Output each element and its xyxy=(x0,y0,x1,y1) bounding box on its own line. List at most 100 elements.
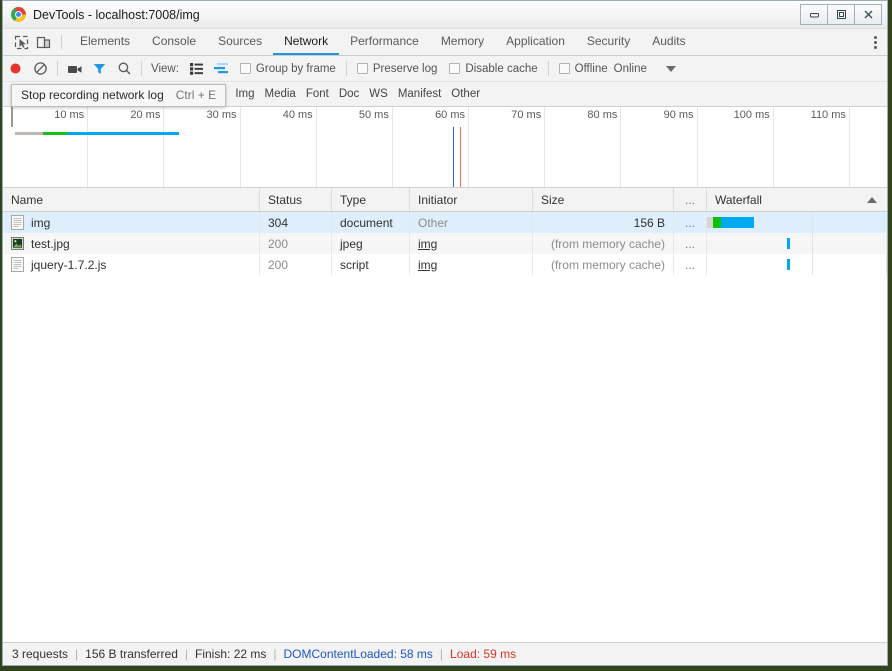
cell-initiator[interactable]: img xyxy=(410,233,533,254)
filter-type-doc[interactable]: Doc xyxy=(334,88,364,100)
filter-type-other[interactable]: Other xyxy=(446,88,485,100)
image-file-icon xyxy=(11,236,24,251)
column-header-waterfall[interactable]: Waterfall xyxy=(707,188,887,211)
cell-size: 156 B xyxy=(533,212,674,233)
overview-tick: 20 ms xyxy=(130,107,165,187)
overview-tick-label: 80 ms xyxy=(587,109,618,121)
status-separator-3: | xyxy=(273,647,277,661)
network-toolbar: View: Group by frame Preserve log Disabl… xyxy=(3,56,887,82)
cell-waterfall xyxy=(707,233,887,254)
cell-size: (from memory cache) xyxy=(533,233,674,254)
toolbar-divider-4 xyxy=(547,61,549,76)
toolbar-divider-1 xyxy=(57,61,58,76)
throttling-value[interactable]: Online xyxy=(614,63,647,75)
filter-type-media[interactable]: Media xyxy=(260,88,301,100)
cell-name[interactable]: test.jpg xyxy=(3,233,260,254)
status-separator-1: | xyxy=(75,647,79,661)
minimize-button[interactable] xyxy=(800,4,828,25)
restore-button[interactable] xyxy=(827,4,855,25)
more-options-icon[interactable] xyxy=(863,35,887,49)
record-stop-icon[interactable] xyxy=(3,56,28,81)
close-button[interactable] xyxy=(854,4,882,25)
view-waterfall-icon[interactable] xyxy=(209,56,234,81)
column-header-type[interactable]: Type xyxy=(332,188,410,211)
disable-cache-checkbox[interactable]: Disable cache xyxy=(449,63,538,75)
overview-tick: 90 ms xyxy=(664,107,698,187)
offline-checkbox[interactable]: Offline xyxy=(558,62,608,75)
overview-tick-label: 10 ms xyxy=(54,109,85,121)
tab-audits[interactable]: Audits xyxy=(641,29,696,55)
overview-tick: 70 ms xyxy=(511,107,546,187)
offline-label: Offline xyxy=(574,62,608,75)
chevron-down-icon[interactable] xyxy=(665,65,676,72)
column-header-name[interactable]: Name xyxy=(3,188,260,211)
overview-tick: 100 ms xyxy=(734,107,774,187)
checkbox-box-offline[interactable] xyxy=(558,63,570,74)
status-separator-4: | xyxy=(439,647,444,661)
checkbox-box-disable-cache[interactable] xyxy=(449,63,461,74)
filter-type-ws[interactable]: WS xyxy=(364,88,393,100)
waterfall-gridline xyxy=(812,212,813,233)
sort-ascending-icon[interactable] xyxy=(867,196,877,203)
tab-console[interactable]: Console xyxy=(141,29,207,55)
filter-type-manifest[interactable]: Manifest xyxy=(393,88,446,100)
overview-tick-label: 50 ms xyxy=(358,109,389,121)
cell-type: jpeg xyxy=(332,233,410,254)
overview-tick: 30 ms xyxy=(207,107,241,187)
overview-tick: 10 ms xyxy=(54,107,89,187)
inspect-element-icon[interactable] xyxy=(10,29,32,55)
tab-sources[interactable]: Sources xyxy=(207,29,273,55)
checkbox-box-group-by-frame[interactable] xyxy=(239,63,251,74)
table-row[interactable]: test.jpg 200 jpeg img (from memory cache)... xyxy=(3,233,887,254)
preserve-log-checkbox[interactable]: Preserve log xyxy=(356,63,437,75)
waterfall-gridline xyxy=(812,233,813,254)
column-header-initiator[interactable]: Initiator xyxy=(410,188,533,211)
toolbar-divider-2 xyxy=(141,61,142,76)
overview-band-download xyxy=(67,132,179,135)
search-icon[interactable] xyxy=(112,56,137,81)
capture-screenshots-icon[interactable] xyxy=(62,56,87,81)
column-header-size[interactable]: Size xyxy=(533,188,674,211)
waterfall-bar-download xyxy=(720,217,754,228)
cell-initiator-text[interactable]: img xyxy=(418,258,437,272)
view-list-icon[interactable] xyxy=(184,56,209,81)
checkbox-box-preserve-log[interactable] xyxy=(356,63,368,74)
cell-initiator[interactable]: img xyxy=(410,254,533,275)
filter-icon[interactable] xyxy=(87,56,112,81)
tab-elements[interactable]: Elements xyxy=(69,29,141,55)
table-row[interactable]: img 304 document Other 156 B... xyxy=(3,212,887,233)
filter-type-font[interactable]: Font xyxy=(301,88,334,100)
group-by-frame-checkbox[interactable]: Group by frame xyxy=(239,63,336,75)
tab-performance[interactable]: Performance xyxy=(339,29,430,55)
tab-application[interactable]: Application xyxy=(495,29,576,55)
cell-initiator-text[interactable]: img xyxy=(418,237,437,251)
status-transferred: 156 B transferred xyxy=(85,647,178,661)
filter-type-img[interactable]: Img xyxy=(230,88,259,100)
cell-name[interactable]: jquery-1.7.2.js xyxy=(3,254,260,275)
devtools-tabbar: Elements Console Sources Network Perform… xyxy=(3,29,887,56)
clear-icon[interactable] xyxy=(28,56,53,81)
tab-memory[interactable]: Memory xyxy=(430,29,495,55)
table-row[interactable]: jquery-1.7.2.js 200 script img (from memory … xyxy=(3,254,887,275)
cell-name-text: img xyxy=(31,215,51,230)
overview-tick-label: 100 ms xyxy=(733,109,770,121)
overview-tick: 80 ms xyxy=(587,107,622,187)
tooltip-shortcut: Ctrl + E xyxy=(175,88,217,102)
waterfall-gridline xyxy=(812,254,813,275)
cell-name[interactable]: img xyxy=(3,212,260,233)
cell-type: document xyxy=(332,212,410,233)
network-overview-timeline[interactable]: 10 ms 20 ms 30 ms 40 ms 50 ms 60 ms 70 ms 80 ms… xyxy=(3,107,887,188)
tab-network[interactable]: Network xyxy=(273,29,340,55)
device-toolbar-icon[interactable] xyxy=(32,29,54,55)
overview-left-handle[interactable] xyxy=(11,107,13,127)
overview-tick-label: 90 ms xyxy=(663,109,694,121)
tab-security[interactable]: Security xyxy=(576,29,641,55)
waterfall-bar-download xyxy=(786,238,790,249)
waterfall-bar-ttfb xyxy=(712,217,721,228)
tabbar-divider xyxy=(61,35,62,49)
column-header-status[interactable]: Status xyxy=(260,188,332,211)
overview-tick-label: 20 ms xyxy=(130,109,161,121)
window-title: DevTools - localhost:7008/img xyxy=(33,7,200,22)
network-request-table: Name Status Type Initiator Size ... Wate… xyxy=(3,188,887,642)
column-header-overflow[interactable]: ... xyxy=(674,188,707,211)
